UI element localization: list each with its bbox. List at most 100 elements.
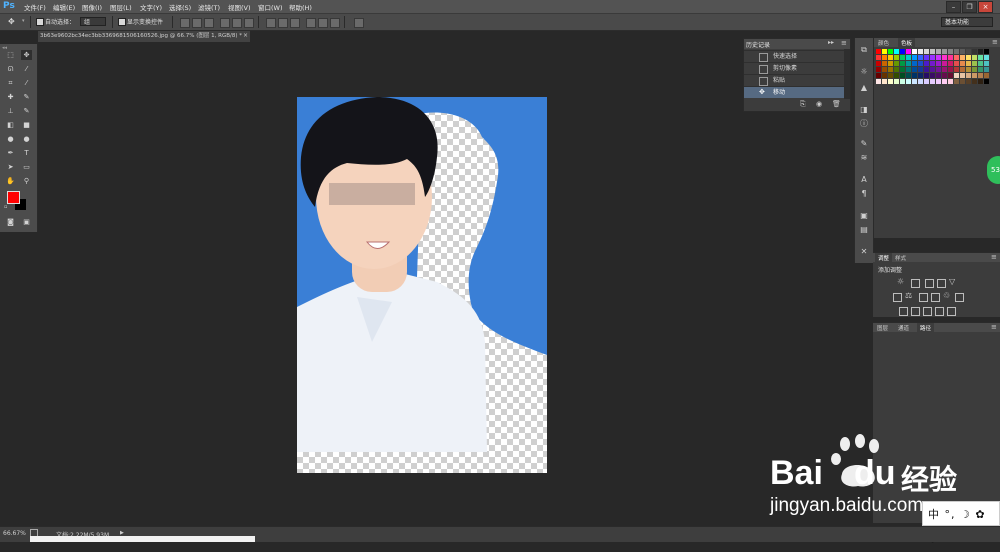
swatch[interactable] [924,55,929,60]
swatch[interactable] [930,73,935,78]
swatch[interactable] [876,49,881,54]
swatch[interactable] [876,67,881,72]
history-item[interactable]: 快速选择 [744,50,844,62]
swatch[interactable] [906,49,911,54]
swatch[interactable] [960,49,965,54]
swatch[interactable] [984,49,989,54]
history-scrollbar[interactable] [844,49,850,99]
screen-mode-icon[interactable]: ▣ [21,217,32,227]
swatch[interactable] [948,55,953,60]
rectangle-tool-icon[interactable]: ▭ [21,162,32,172]
swatch[interactable] [930,79,935,84]
menu-select[interactable]: 选择(S) [169,2,191,12]
auto-select-checkbox[interactable] [36,18,44,26]
chevron-down-icon[interactable]: ▾ [22,18,25,24]
swatch[interactable] [882,79,887,84]
brush-presets-icon[interactable]: ≋ [858,152,870,163]
swatch[interactable] [888,67,893,72]
swatch[interactable] [978,79,983,84]
show-transform-checkbox[interactable] [118,18,126,26]
swatch[interactable] [984,67,989,72]
swatch[interactable] [942,61,947,66]
swatch[interactable] [972,49,977,54]
history-item[interactable]: 剪切像素 [744,62,844,74]
swatch[interactable] [984,79,989,84]
menu-view[interactable]: 视图(V) [228,2,251,12]
vibrance-icon[interactable]: ▽ [949,277,955,286]
pen-tool-icon[interactable]: ✒ [5,148,16,158]
menu-help[interactable]: 帮助(H) [289,2,312,12]
swatch[interactable] [882,49,887,54]
swatch[interactable] [936,55,941,60]
swatch[interactable] [894,49,899,54]
swatch[interactable] [954,55,959,60]
swatch[interactable] [918,79,923,84]
swatch[interactable] [936,67,941,72]
distribute-hcenter-icon[interactable] [318,18,328,28]
panel-menu-icon[interactable]: ≡ [991,323,997,331]
align-vcenter-icon[interactable] [192,18,202,28]
swatch[interactable] [918,49,923,54]
swatch[interactable] [912,73,917,78]
blur-tool-icon[interactable]: ● [5,134,16,144]
swatch[interactable] [972,73,977,78]
brush-tool-icon[interactable]: ✎ [21,92,32,102]
swatch-grid[interactable] [876,49,994,95]
foreground-color-swatch[interactable] [7,191,20,204]
swatch[interactable] [972,79,977,84]
swatch[interactable] [930,55,935,60]
gradient-map-icon[interactable] [935,307,944,316]
hue-saturation-icon[interactable] [893,293,902,302]
swatch[interactable] [966,49,971,54]
swatch[interactable] [942,79,947,84]
move-tool-icon[interactable]: ✥ [8,17,15,26]
swatch[interactable] [942,49,947,54]
swatch[interactable] [882,67,887,72]
brightness-icon[interactable]: ☼ [858,66,870,77]
swatch[interactable] [906,67,911,72]
swatch[interactable] [924,61,929,66]
swatch[interactable] [888,49,893,54]
levels-adj-icon[interactable] [911,279,920,288]
swatch[interactable] [924,79,929,84]
menu-file[interactable]: 文件(F) [24,2,46,12]
swatch[interactable] [948,67,953,72]
swatch[interactable] [978,55,983,60]
distribute-vcenter-icon[interactable] [278,18,288,28]
swatch[interactable] [882,61,887,66]
color-lookup-icon[interactable] [955,293,964,302]
panel-menu-icon[interactable]: ≡ [992,38,998,46]
swatch[interactable] [912,61,917,66]
swatch[interactable] [930,61,935,66]
swatch[interactable] [912,67,917,72]
clone-source-icon[interactable]: ▣ [858,210,870,221]
swatch[interactable] [978,49,983,54]
menu-image[interactable]: 图像(I) [82,2,102,12]
document-canvas[interactable] [297,97,547,473]
close-tab-icon[interactable]: × [243,32,248,39]
dodge-tool-icon[interactable]: ● [21,134,32,144]
align-right-icon[interactable] [244,18,254,28]
swatch[interactable] [888,73,893,78]
type-tool-icon[interactable]: T [21,148,32,158]
swatch[interactable] [918,61,923,66]
swatch[interactable] [900,67,905,72]
tab-color[interactable]: 颜色 [878,39,889,47]
swatch[interactable] [930,67,935,72]
swatch[interactable] [918,55,923,60]
clone-stamp-icon[interactable]: ⊥ [5,106,16,116]
marquee-tool-icon[interactable]: ⬚ [5,50,16,60]
color-balance-icon[interactable]: ⚖ [905,291,912,300]
exposure-icon[interactable] [937,279,946,288]
layer-comps-icon[interactable]: ◨ [858,104,870,115]
swatch[interactable] [906,79,911,84]
align-top-icon[interactable] [180,18,190,28]
swatch[interactable] [936,73,941,78]
gradient-tool-icon[interactable]: ■ [21,120,32,130]
swatch[interactable] [906,55,911,60]
tab-swatches[interactable]: 色板 [898,38,916,48]
swatch[interactable] [918,73,923,78]
distribute-top-icon[interactable] [266,18,276,28]
close-window-button[interactable]: × [978,1,993,13]
floating-badge[interactable]: 53 [987,156,1000,184]
